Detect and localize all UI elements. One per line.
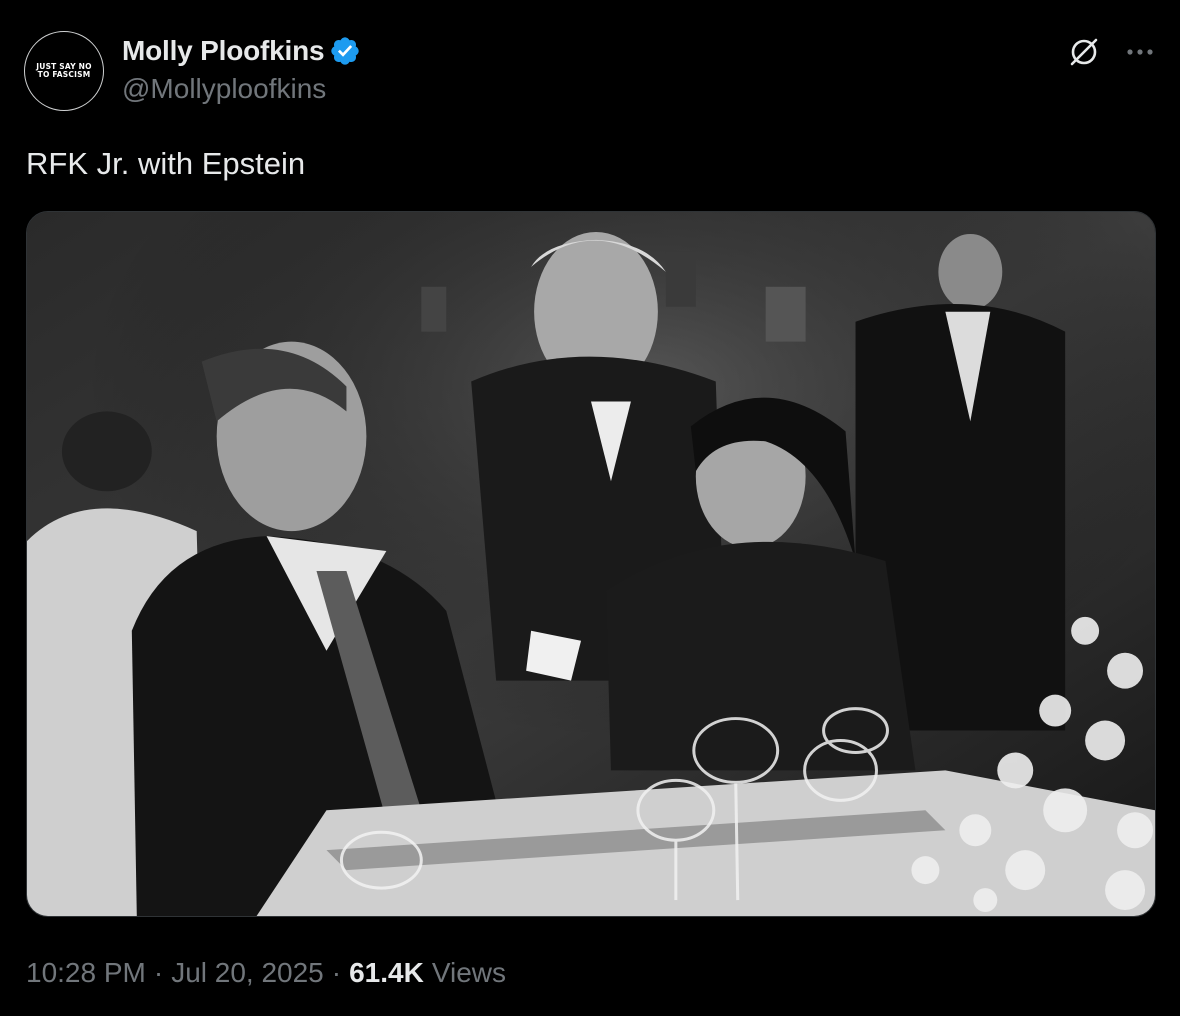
tweet-photo[interactable] — [26, 211, 1156, 917]
avatar-text: JUST SAY NO TO FASCISM — [36, 62, 92, 79]
more-options-icon[interactable] — [1120, 32, 1160, 72]
avatar[interactable]: JUST SAY NO TO FASCISM — [24, 31, 104, 111]
views-count[interactable]: 61.4K — [349, 957, 424, 989]
tweet-time[interactable]: 10:28 PM — [26, 957, 146, 989]
author-handle[interactable]: @Mollyploofkins — [122, 73, 326, 105]
grok-icon[interactable] — [1064, 32, 1104, 72]
tweet-date[interactable]: Jul 20, 2025 — [171, 957, 324, 989]
verified-badge-icon[interactable] — [329, 35, 361, 67]
meta-separator: · — [331, 957, 342, 988]
tweet-text: RFK Jr. with Epstein — [26, 146, 306, 181]
author-display-name[interactable]: Molly Ploofkins — [122, 35, 325, 67]
author-name-row[interactable]: Molly Ploofkins — [122, 33, 361, 69]
meta-separator: · — [153, 957, 164, 988]
views-label: Views — [431, 957, 506, 988]
tweet-meta: 10:28 PM · Jul 20, 2025 · 61.4K Views — [26, 953, 506, 993]
